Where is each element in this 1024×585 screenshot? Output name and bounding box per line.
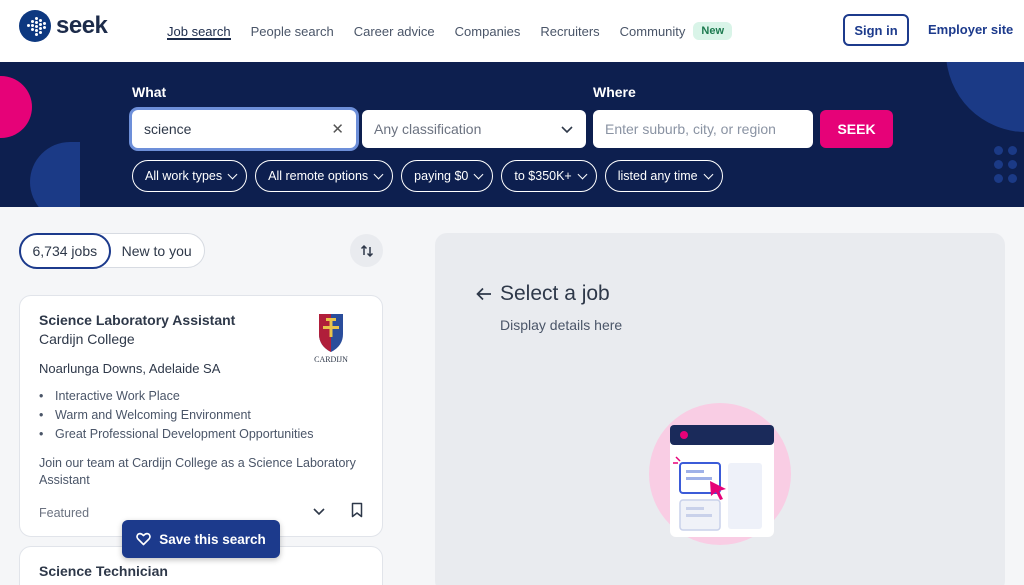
filter-label: to $350K+ bbox=[514, 169, 572, 183]
decorative-pink-circle bbox=[0, 76, 32, 138]
sort-icon bbox=[360, 244, 373, 257]
chevron-down-icon bbox=[577, 169, 588, 179]
job-title[interactable]: Science Laboratory Assistant bbox=[39, 312, 235, 328]
keyword-search-input[interactable]: science ✕ bbox=[132, 110, 356, 148]
seek-logo[interactable]: seek bbox=[19, 10, 108, 42]
classification-select[interactable]: Any classification bbox=[362, 110, 586, 148]
job-highlight: Warm and Welcoming Environment bbox=[39, 408, 313, 422]
seek-search-button[interactable]: SEEK bbox=[820, 110, 893, 148]
save-search-label: Save this search bbox=[159, 531, 266, 547]
filter-bar: All work types All remote options paying… bbox=[132, 160, 731, 192]
job-highlight: Great Professional Development Opportuni… bbox=[39, 427, 313, 441]
filter-label: All work types bbox=[145, 169, 223, 183]
top-navigation: seek Job search People search Career adv… bbox=[0, 0, 1024, 62]
where-label: Where bbox=[593, 84, 636, 100]
company-logo: CARDIJN bbox=[314, 314, 348, 364]
select-job-subtitle: Display details here bbox=[500, 317, 623, 333]
nav-recruiters[interactable]: Recruiters bbox=[540, 0, 599, 62]
logo-wordmark: CARDIJN bbox=[314, 355, 348, 364]
nav-job-search[interactable]: Job search bbox=[167, 0, 231, 62]
job-location[interactable]: Noarlunga Downs, Adelaide SA bbox=[39, 361, 220, 376]
nav-community[interactable]: Community bbox=[620, 0, 686, 62]
save-search-button[interactable]: Save this search bbox=[122, 520, 280, 558]
sort-button[interactable] bbox=[350, 234, 383, 267]
arrow-left-icon bbox=[476, 287, 491, 301]
classification-placeholder: Any classification bbox=[374, 121, 482, 137]
filter-remote-options[interactable]: All remote options bbox=[255, 160, 394, 192]
all-jobs-tab[interactable]: 6,734 jobs bbox=[18, 232, 112, 269]
results-toggle: 6,734 jobs New to you bbox=[18, 232, 205, 269]
location-input[interactable]: Enter suburb, city, or region bbox=[593, 110, 813, 148]
nav-career-advice[interactable]: Career advice bbox=[354, 0, 435, 62]
filter-salary-max[interactable]: to $350K+ bbox=[501, 160, 597, 192]
filter-label: listed any time bbox=[617, 169, 698, 183]
nav-people-search[interactable]: People search bbox=[251, 0, 334, 62]
select-job-illustration bbox=[649, 403, 791, 545]
job-card[interactable]: Science Laboratory Assistant Cardijn Col… bbox=[19, 295, 383, 537]
new-to-you-tab[interactable]: New to you bbox=[110, 234, 204, 267]
chevron-down-icon bbox=[561, 126, 573, 134]
heart-icon bbox=[136, 532, 151, 546]
job-highlights: Interactive Work Place Warm and Welcomin… bbox=[39, 389, 313, 446]
job-highlight: Interactive Work Place bbox=[39, 389, 313, 403]
job-detail-panel: Select a job Display details here bbox=[435, 233, 1005, 585]
job-title[interactable]: Science Technician bbox=[39, 563, 168, 579]
decorative-dots bbox=[990, 142, 1024, 202]
location-placeholder: Enter suburb, city, or region bbox=[605, 121, 776, 137]
sign-in-button[interactable]: Sign in bbox=[843, 14, 909, 46]
seek-wordmark: seek bbox=[56, 12, 108, 39]
bookmark-icon[interactable] bbox=[350, 502, 364, 518]
new-badge: New bbox=[693, 22, 733, 40]
featured-tag: Featured bbox=[39, 506, 90, 520]
filter-label: paying $0 bbox=[414, 169, 469, 183]
clear-icon[interactable]: ✕ bbox=[331, 120, 344, 138]
keyword-value: science bbox=[144, 121, 192, 137]
select-job-heading: Select a job bbox=[500, 282, 610, 305]
seek-logo-icon bbox=[19, 10, 51, 42]
filter-salary-min[interactable]: paying $0 bbox=[401, 160, 494, 192]
decorative-blue-shape bbox=[30, 142, 80, 207]
job-teaser: Join our team at Cardijn College as a Sc… bbox=[39, 456, 356, 487]
employer-site-link[interactable]: Employer site bbox=[928, 22, 1013, 37]
filter-work-types[interactable]: All work types bbox=[132, 160, 248, 192]
nav-companies[interactable]: Companies bbox=[455, 0, 521, 62]
filter-listed-time[interactable]: listed any time bbox=[604, 160, 723, 192]
decorative-arc bbox=[946, 62, 1024, 132]
search-hero: What Where science ✕ Any classification … bbox=[0, 62, 1024, 207]
company-name[interactable]: Cardijn College bbox=[39, 331, 135, 347]
filter-label: All remote options bbox=[268, 169, 369, 183]
chevron-down-icon bbox=[473, 169, 484, 179]
main-nav: Job search People search Career advice C… bbox=[167, 0, 733, 62]
chevron-down-icon bbox=[227, 169, 238, 179]
chevron-down-icon[interactable] bbox=[312, 504, 326, 518]
chevron-down-icon bbox=[373, 169, 384, 179]
chevron-down-icon bbox=[703, 169, 714, 179]
what-label: What bbox=[132, 84, 167, 100]
